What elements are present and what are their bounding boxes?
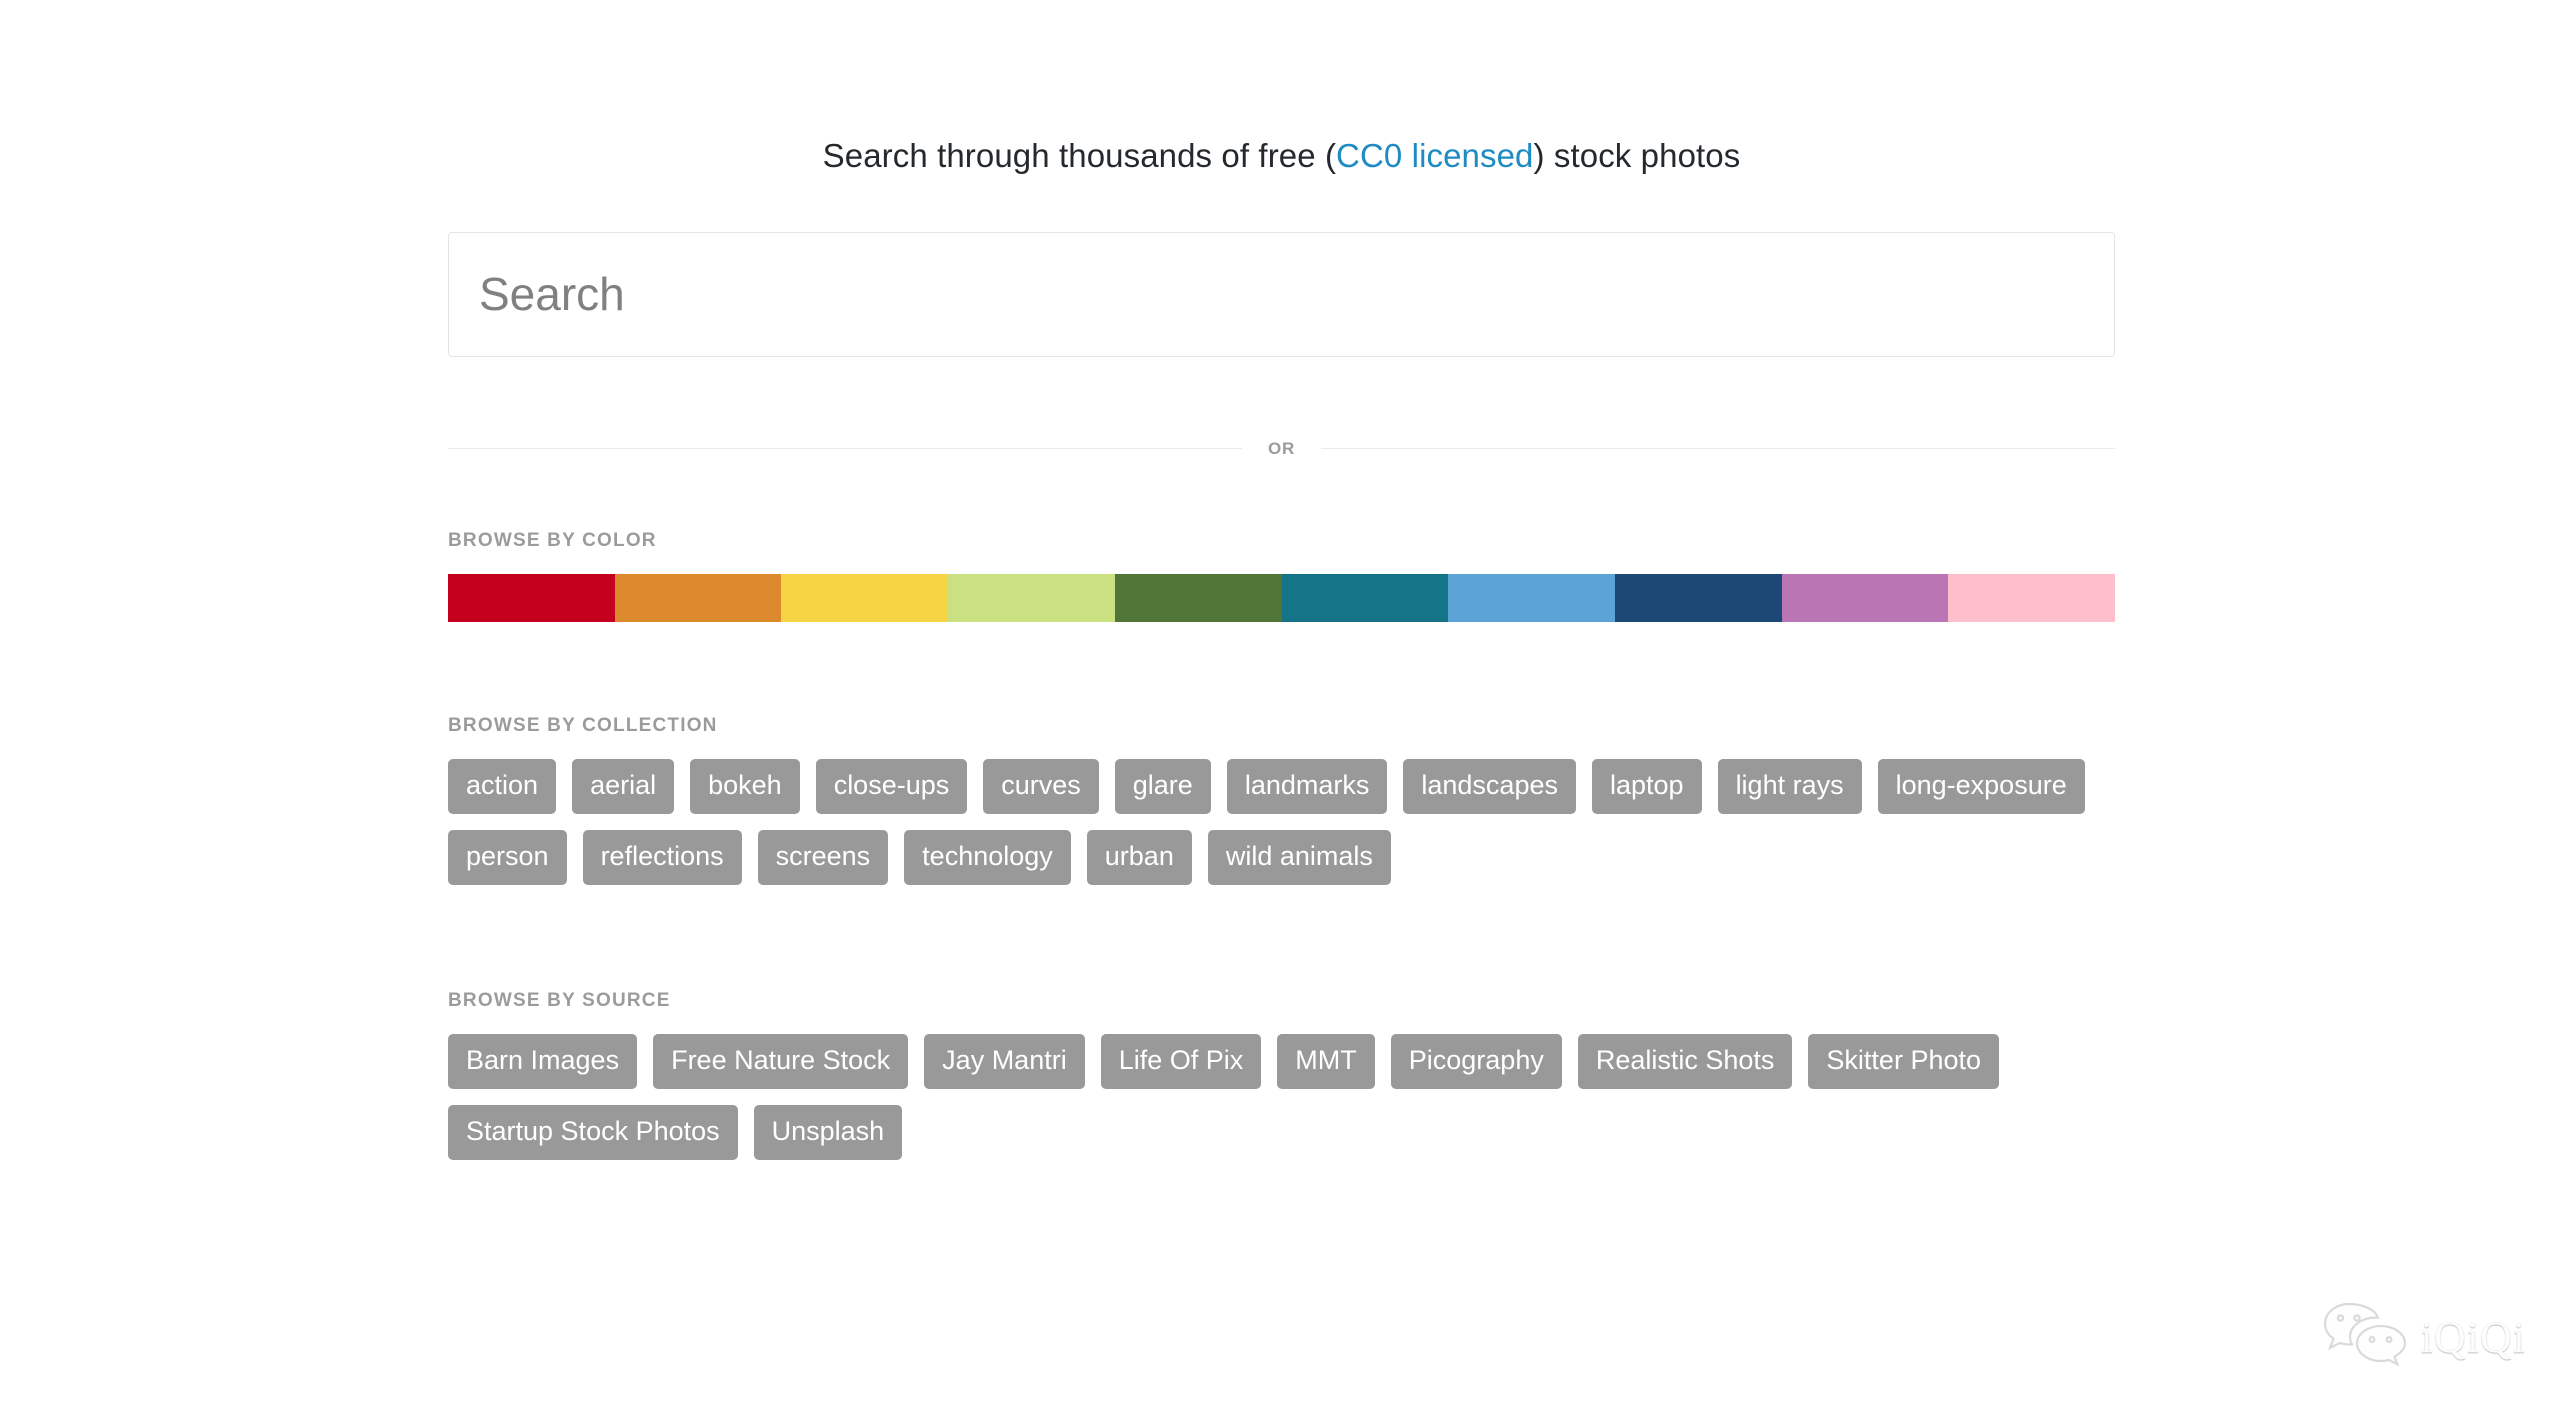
source-tag[interactable]: Startup Stock Photos [448,1104,738,1160]
collection-tag[interactable]: technology [904,829,1071,885]
color-swatch-light-green[interactable] [948,573,1115,622]
content-container: Search through thousands of free (CC0 li… [448,0,2116,1160]
divider-label: OR [1267,438,1296,458]
headline-prefix: Search through thousands of free ( [822,137,1337,174]
or-divider: OR [448,438,2116,458]
collection-tag[interactable]: glare [1114,758,1211,814]
cc0-license-link[interactable]: CC0 licensed [1336,137,1533,174]
source-tag[interactable]: Realistic Shots [1577,1033,1793,1089]
color-swatch-purple[interactable] [1781,573,1949,622]
page-root: Search through thousands of free (CC0 li… [0,0,2558,1404]
source-tag[interactable]: Unsplash [753,1104,903,1160]
divider-line-left [448,447,1242,449]
browse-by-source-label: BROWSE BY SOURCE [448,989,671,1011]
headline-suffix: ) stock photos [1533,137,1741,174]
color-swatch-yellow[interactable] [781,573,949,622]
collection-tag[interactable]: long-exposure [1877,758,2085,814]
collection-tag[interactable]: light rays [1717,758,1862,814]
collection-tag[interactable]: aerial [572,758,675,814]
collection-tag[interactable]: bokeh [690,758,800,814]
color-swatch-pink[interactable] [1948,573,2116,622]
collection-tag[interactable]: person [448,829,567,885]
divider-line-right [1321,447,2116,449]
color-swatch-red[interactable] [448,573,615,622]
color-swatch-light-blue[interactable] [1448,573,1615,622]
source-tag[interactable]: Jay Mantri [924,1033,1085,1089]
color-swatch-row [448,573,2116,622]
color-swatch-navy[interactable] [1614,573,1782,622]
browse-by-collection-label: BROWSE BY COLLECTION [448,714,718,736]
search-field-wrapper [448,231,2115,357]
source-tag[interactable]: Barn Images [448,1033,638,1089]
collection-tag[interactable]: urban [1086,829,1192,885]
source-tag[interactable]: Skitter Photo [1808,1033,1999,1089]
source-tag[interactable]: Free Nature Stock [653,1033,909,1089]
collection-tag[interactable]: reflections [582,829,742,885]
watermark-text: iQiQi [2420,1312,2526,1362]
color-swatch-orange[interactable] [614,573,782,622]
source-tag[interactable]: Picography [1390,1033,1562,1089]
collection-tag-row: action aerial bokeh close-ups curves glare lan… [448,758,2115,885]
wechat-icon [2319,1298,2411,1376]
browse-by-collection-section: BROWSE BY COLLECTION action aerial bokeh cl… [448,715,2115,885]
page-title: Search through thousands of free (CC0 li… [448,135,2115,178]
collection-tag[interactable]: screens [757,829,889,885]
collection-tag[interactable]: laptop [1591,758,1702,814]
browse-by-color-section: BROWSE BY COLOR [448,529,2116,622]
collection-tag[interactable]: close-ups [815,758,968,814]
source-tag[interactable]: MMT [1277,1033,1375,1089]
collection-tag[interactable]: curves [983,758,1099,814]
color-swatch-dark-green[interactable] [1114,573,1282,622]
watermark: iQiQi [2319,1298,2526,1376]
collection-tag[interactable]: action [448,758,557,814]
collection-tag[interactable]: landscapes [1403,758,1576,814]
collection-tag[interactable]: wild animals [1207,829,1391,885]
search-input[interactable] [448,231,2115,357]
browse-by-source-section: BROWSE BY SOURCE Barn Images Free Nature … [448,990,2115,1160]
source-tag[interactable]: Life Of Pix [1100,1033,1262,1089]
collection-tag[interactable]: landmarks [1226,758,1388,814]
browse-by-color-label: BROWSE BY COLOR [448,529,657,551]
source-tag-row: Barn Images Free Nature Stock Jay Mantri Li… [448,1033,2115,1160]
color-swatch-teal[interactable] [1281,573,1449,622]
